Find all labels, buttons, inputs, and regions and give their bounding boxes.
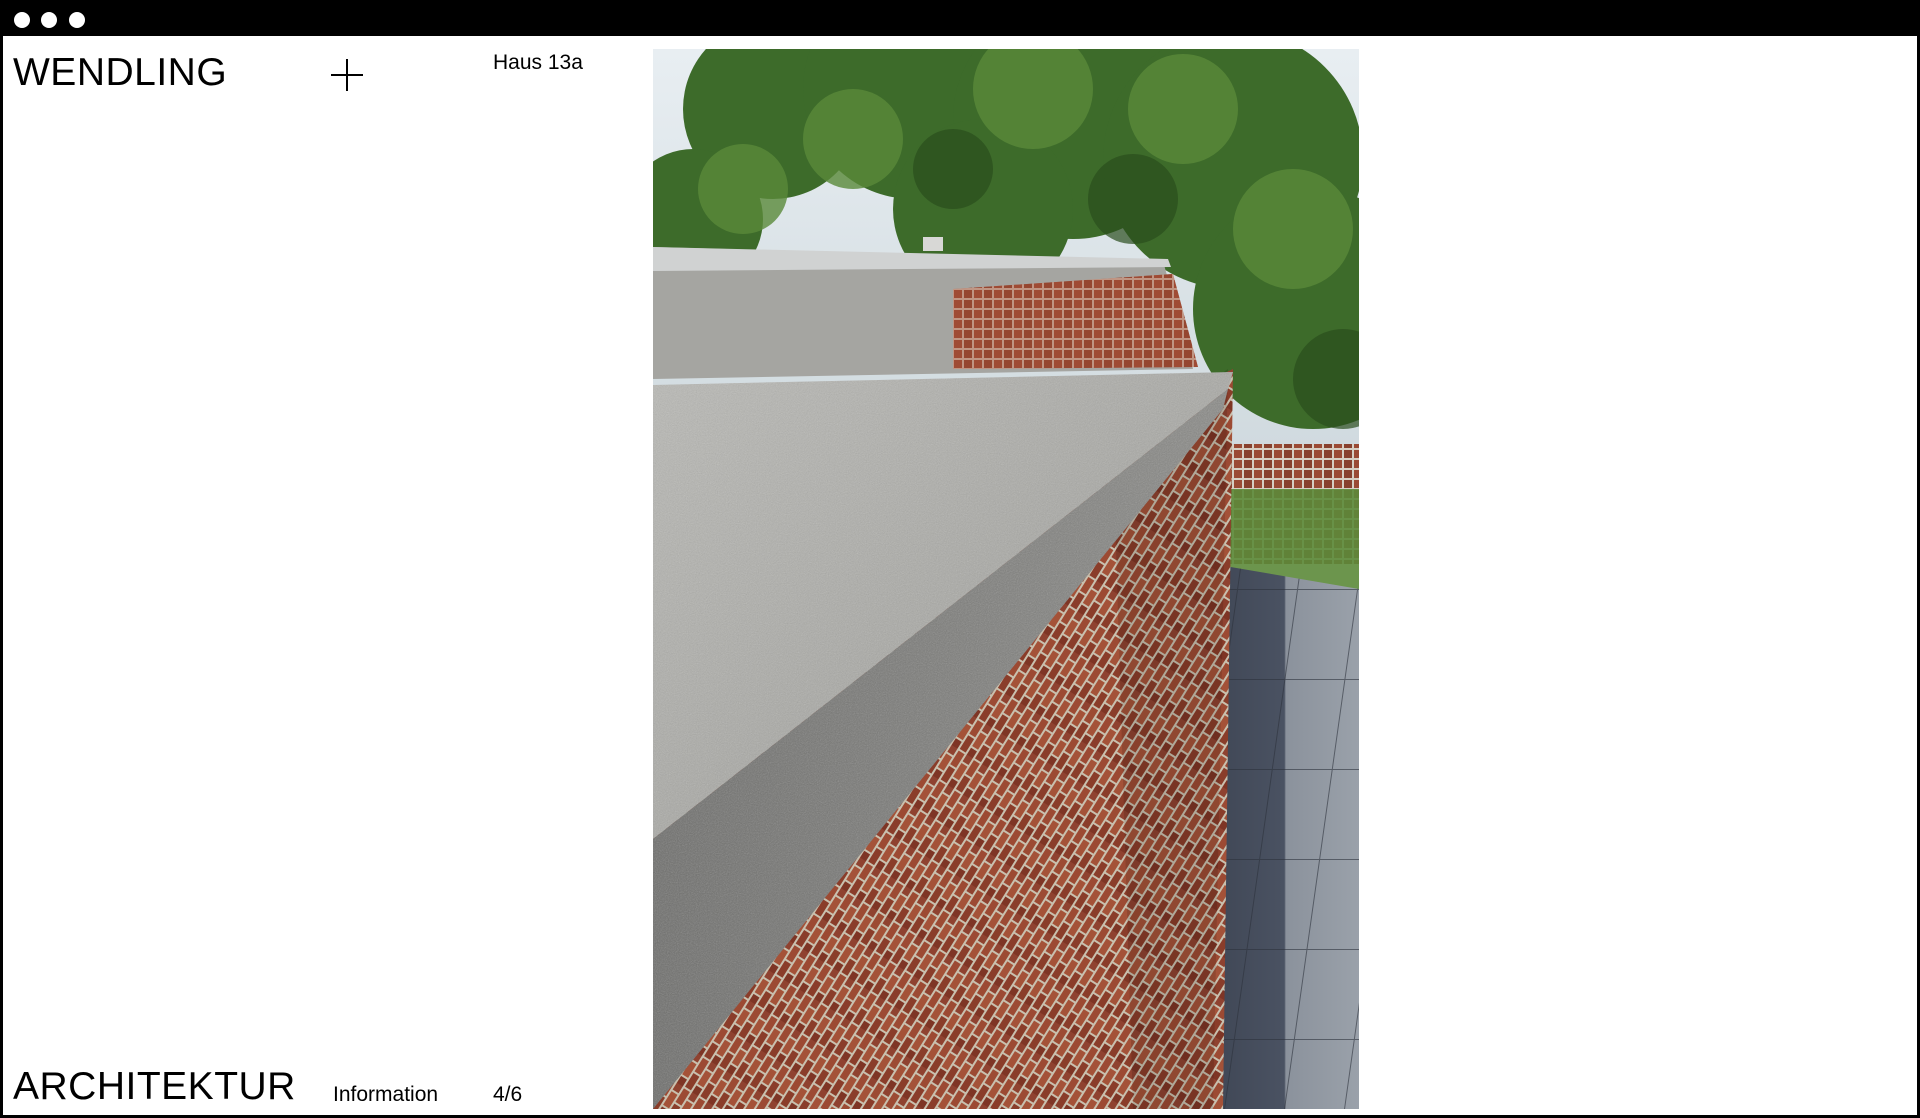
window-dot-icon[interactable] xyxy=(69,12,85,28)
project-photo[interactable] xyxy=(653,49,1359,1109)
brick-wall-photo xyxy=(653,49,1359,1109)
image-counter: 4/6 xyxy=(493,1083,523,1106)
window-dot-icon[interactable] xyxy=(14,12,30,28)
information-link[interactable]: Information xyxy=(333,1083,438,1107)
browser-window: WENDLING Haus 13a ARCHITEKTUR Informatio… xyxy=(0,0,1920,1118)
logo-architektur[interactable]: ARCHITEKTUR xyxy=(13,1065,296,1109)
window-dot-icon[interactable] xyxy=(41,12,57,28)
plus-icon[interactable] xyxy=(330,58,364,92)
logo-wendling[interactable]: WENDLING xyxy=(13,51,227,95)
project-title: Haus 13a xyxy=(493,51,583,74)
window-titlebar xyxy=(3,3,1917,36)
